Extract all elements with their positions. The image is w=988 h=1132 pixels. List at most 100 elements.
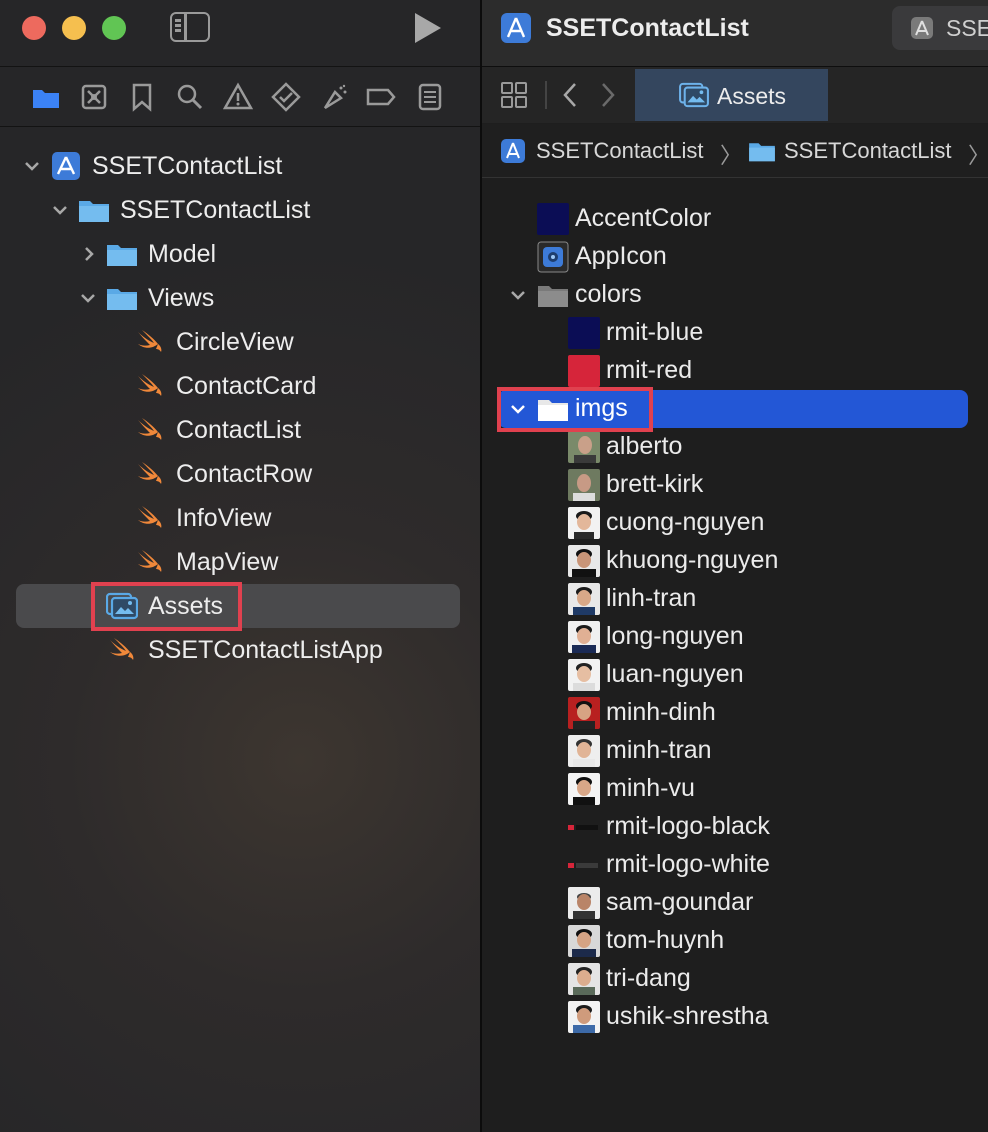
asset-item-logo[interactable]: rmit-logo-white	[482, 846, 988, 884]
chevron-down-icon[interactable]	[79, 289, 97, 307]
toolbar-divider	[0, 66, 480, 67]
chevron-right-icon[interactable]	[80, 245, 98, 263]
asset-label: ushik-shrestha	[606, 1002, 769, 1030]
asset-label: colors	[575, 280, 642, 308]
asset-item-image[interactable]: luan-nguyen	[482, 656, 988, 694]
swift-icon	[134, 460, 166, 488]
chevron-down-icon[interactable]	[509, 286, 527, 304]
asset-item-image[interactable]: minh-dinh	[482, 694, 988, 732]
tree-item-label: InfoView	[176, 504, 272, 532]
grid-icon[interactable]	[500, 81, 528, 109]
tree-item-group[interactable]: SSETContactList	[0, 188, 480, 232]
breadcrumb-separator: 〉	[720, 143, 743, 168]
report-icon[interactable]	[415, 82, 445, 112]
swift-icon	[134, 416, 166, 444]
photo-thumbnail	[568, 1001, 600, 1033]
tree-item-model[interactable]: Model	[0, 232, 480, 276]
color-swatch	[568, 355, 600, 387]
asset-item-image[interactable]: khuong-nguyen	[482, 542, 988, 580]
find-icon[interactable]	[175, 82, 205, 112]
breadcrumb-group[interactable]: SSETContactList	[784, 138, 952, 164]
asset-item-logo[interactable]: rmit-logo-black	[482, 808, 988, 846]
tree-item-swift-file[interactable]: SSETContactListApp	[0, 628, 480, 672]
asset-item-image[interactable]: minh-vu	[482, 770, 988, 808]
asset-label: AccentColor	[575, 204, 712, 232]
tree-item-label: SSETContactListApp	[148, 636, 383, 664]
tree-item-label: Views	[148, 284, 215, 312]
window-title-bar: SSETContactList SSE	[482, 0, 988, 66]
asset-item-image[interactable]: brett-kirk	[482, 466, 988, 504]
asset-item-color[interactable]: rmit-red	[482, 352, 988, 390]
forward-chevron-icon[interactable]	[598, 81, 618, 109]
tree-item-swift-file[interactable]: MapView	[0, 540, 480, 584]
close-window-button[interactable]	[22, 16, 46, 40]
tree-item-views[interactable]: Views	[0, 276, 480, 320]
source-control-icon[interactable]	[79, 82, 109, 112]
separator	[545, 81, 547, 109]
asset-label: alberto	[606, 432, 683, 460]
asset-item-color[interactable]: rmit-blue	[482, 314, 988, 352]
bookmark-icon[interactable]	[127, 82, 157, 112]
asset-item-image[interactable]: sam-goundar	[482, 884, 988, 922]
minimize-window-button[interactable]	[62, 16, 86, 40]
debug-icon[interactable]	[319, 82, 349, 112]
asset-item-image[interactable]: ushik-shrestha	[482, 998, 988, 1036]
asset-item-image[interactable]: minh-tran	[482, 732, 988, 770]
asset-item-image[interactable]: long-nguyen	[482, 618, 988, 656]
asset-label: minh-dinh	[606, 698, 716, 726]
chevron-down-icon[interactable]	[23, 157, 41, 175]
tree-item-label: SSETContactList	[120, 196, 311, 224]
asset-item-appicon[interactable]: AppIcon	[482, 238, 988, 276]
tree-item-label: SSETContactList	[92, 152, 283, 180]
tree-item-swift-file[interactable]: ContactRow	[0, 452, 480, 496]
tree-item-label: ContactList	[176, 416, 302, 444]
scheme-selector[interactable]: SSE	[892, 6, 988, 50]
tree-item-swift-file[interactable]: ContactCard	[0, 364, 480, 408]
tree-item-swift-file[interactable]: CircleView	[0, 320, 480, 364]
photo-thumbnail	[568, 925, 600, 957]
project-navigator: SSETContactList SSETContactList Model Vi…	[0, 0, 480, 1132]
project-title: SSETContactList	[546, 14, 749, 42]
asset-label: tri-dang	[606, 964, 691, 992]
asset-label: long-nguyen	[606, 622, 744, 650]
folder-icon[interactable]	[31, 82, 61, 112]
asset-item-color[interactable]: AccentColor	[482, 200, 988, 238]
asset-item-image[interactable]: cuong-nguyen	[482, 504, 988, 542]
zoom-window-button[interactable]	[102, 16, 126, 40]
back-chevron-icon[interactable]	[560, 81, 580, 109]
color-swatch	[537, 203, 569, 235]
breakpoint-icon[interactable]	[366, 82, 396, 112]
photo-thumbnail	[568, 659, 600, 691]
asset-label: minh-vu	[606, 774, 695, 802]
asset-item-image[interactable]: tri-dang	[482, 960, 988, 998]
photo-thumbnail	[568, 469, 600, 501]
asset-item-image[interactable]: tom-huynh	[482, 922, 988, 960]
photo-thumbnail	[568, 431, 600, 463]
asset-catalog-icon	[679, 82, 709, 108]
logo-thumbnail	[568, 849, 600, 881]
asset-label: luan-nguyen	[606, 660, 744, 688]
tree-item-project[interactable]: SSETContactList	[0, 144, 480, 188]
tab-assets[interactable]: Assets	[635, 69, 828, 121]
chevron-down-icon[interactable]	[51, 201, 69, 219]
swift-icon	[106, 636, 138, 664]
asset-group-colors[interactable]: colors	[482, 276, 988, 314]
asset-label: cuong-nguyen	[606, 508, 765, 536]
photo-thumbnail	[568, 583, 600, 615]
tree-item-swift-file[interactable]: InfoView	[0, 496, 480, 540]
folder-icon	[537, 281, 569, 309]
issue-icon[interactable]	[222, 82, 254, 112]
asset-item-image[interactable]: alberto	[482, 428, 988, 466]
photo-thumbnail	[568, 963, 600, 995]
xcode-project-icon	[500, 138, 526, 164]
breadcrumb-project[interactable]: SSETContactList	[536, 138, 704, 164]
sidebar-toggle-icon[interactable]	[170, 12, 210, 42]
tree-item-swift-file[interactable]: ContactList	[0, 408, 480, 452]
run-button[interactable]	[415, 13, 441, 43]
tree-item-label: CircleView	[176, 328, 294, 356]
test-icon[interactable]	[271, 82, 301, 112]
photo-thumbnail	[568, 735, 600, 767]
asset-item-image[interactable]: linh-tran	[482, 580, 988, 618]
xcode-project-icon	[500, 12, 532, 44]
jump-bar: SSETContactList 〉 SSETContactList 〉	[482, 124, 988, 178]
